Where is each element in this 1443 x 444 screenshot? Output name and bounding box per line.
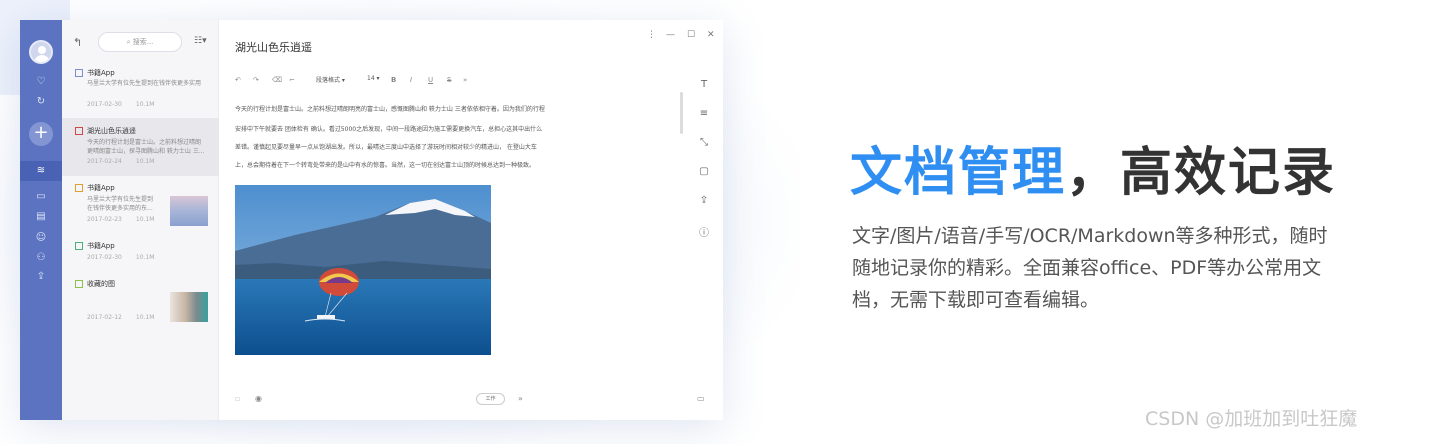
note-title: 书籍App [87, 242, 115, 250]
note-icon [75, 69, 83, 77]
list-item[interactable]: 收藏的图 2017-02-12 10.1M [62, 278, 219, 324]
close-icon[interactable]: ✕ [707, 30, 715, 40]
note-date: 2017-02-24 [87, 158, 122, 165]
text-icon[interactable]: T [695, 79, 713, 90]
note-size: 10.1M [135, 101, 155, 108]
share-icon[interactable]: ⇪ [20, 271, 62, 282]
note-meta: 2017-02-12 10.1M [87, 314, 168, 321]
redo-icon[interactable]: ↷ [253, 76, 259, 84]
body-copy: 文字/图片/语音/手写/OCR/Markdown等多种形式，随时 随地记录你的精… [852, 220, 1352, 316]
note-thumbnail [170, 292, 208, 322]
info-icon[interactable]: ⓘ [695, 224, 713, 239]
paragraph-line: 差错。谨慎起见要尽量早一点从饱湖出发。所以，最晴达三度山中选择了游玩时间相对较少… [235, 144, 537, 151]
note-snippet: 在钱伴侠更多实用的东... [87, 205, 153, 212]
user-icon[interactable]: ☺ [20, 232, 62, 243]
note-meta: 2017-02-23 10.1M [87, 216, 168, 223]
outline-icon[interactable]: ≡ [695, 108, 713, 119]
note-icon [75, 184, 83, 192]
editor: 湖光山色乐逍遥 ⋮ — ☐ ✕ ↶ ↷ ⌫ ⌐ 段落格式 ▾ 14 ▾ B I … [219, 20, 723, 420]
note-meta: 2017-02-24 10.1M [87, 158, 168, 165]
add-note-button[interactable]: + [29, 122, 53, 146]
headline-highlight: 文档管理 [850, 143, 1067, 203]
note-list: ↰ ⌕ 搜索... ☷▾ 书籍App 马里兰大学有位先生提到在钱伴侠更多实用 2… [62, 20, 219, 420]
list-item[interactable]: 书籍App 2017-02-30 10.1M [62, 240, 219, 266]
note-title: 书籍App [87, 69, 115, 77]
note-size: 10.1M [135, 158, 155, 165]
more-tags-icon[interactable]: » [518, 394, 523, 403]
watermark: CSDN @加班加到吐狂魔 [1145, 408, 1358, 430]
note-snippet: 更晴朗富士山，探寻图腾山和 轶力士山 三... [87, 148, 205, 155]
export-icon[interactable]: ⇪ [695, 195, 713, 206]
note-title: 书籍App [87, 184, 115, 192]
refresh-icon[interactable]: ↻ [20, 96, 62, 107]
view-toggle-icon[interactable]: ☷▾ [194, 36, 207, 46]
document-title[interactable]: 湖光山色乐逍遥 [235, 39, 312, 55]
list-item[interactable]: 书籍App 马里兰大学有位先生提到在钱伴侠更多实用 2017-02-30 10.1… [62, 64, 219, 114]
note-icon [75, 127, 83, 135]
location-icon[interactable]: ◉ [255, 394, 262, 403]
note-snippet: 今天的行程计划是富士山。之前料想过晴朗 [87, 139, 202, 146]
body-line: 随地记录你的精彩。全面兼容office、PDF等办公常用文 [852, 257, 1322, 279]
underline-button[interactable]: U [428, 76, 433, 84]
note-meta: 2017-02-30 10.1M [87, 254, 168, 261]
note-thumbnail [170, 196, 208, 226]
bold-button[interactable]: B [391, 76, 396, 84]
more-icon[interactable]: ⋮ [647, 30, 656, 40]
tag-chip[interactable]: 工作 [476, 393, 505, 405]
paragraph-style-select[interactable]: 段落格式 ▾ [316, 75, 345, 84]
list-item[interactable]: 书籍App 马里兰大学有位先生提到 在钱伴侠更多实用的东... 2017-02-… [62, 182, 219, 234]
minimize-icon[interactable]: — [666, 30, 675, 40]
font-size-value: 14 [367, 75, 375, 82]
comment-icon[interactable]: ▢ [695, 166, 713, 177]
format-painter-icon[interactable]: ⌐ [289, 76, 295, 84]
heart-icon[interactable]: ♡ [20, 76, 62, 87]
paragraph-line: 今天的行程计划是富士山。之前料想过晴朗明亮的富士山，感慨图腾山和 轶力士山 三者… [235, 106, 545, 113]
note-snippet: 马里兰大学有位先生提到在钱伴侠更多实用 [87, 80, 202, 87]
note-size: 10.1M [135, 314, 155, 321]
list-item-selected[interactable]: 湖光山色乐逍遥 今天的行程计划是富士山。之前料想过晴朗 更晴朗富士山，探寻图腾山… [62, 118, 219, 176]
note-date: 2017-02-12 [87, 314, 122, 321]
trash-icon[interactable]: ▤ [20, 211, 62, 222]
note-date: 2017-02-30 [87, 254, 122, 261]
paragraph-line: 上，总会期待着在下一个转弯处带来的是山中有水的惊喜。当然，这一切在创达富士山顶的… [235, 162, 536, 169]
note-size: 10.1M [135, 216, 155, 223]
italic-button[interactable]: I [410, 76, 412, 84]
more-tools-icon[interactable]: » [463, 76, 467, 84]
paragraph-style-value: 段落格式 [316, 77, 341, 84]
app-window: ♡ ↻ + ≋ ▭ ▤ ☺ ⚇ ⇪ ↰ ⌕ 搜索... ☷▾ 书籍App 马里兰… [20, 20, 723, 420]
lake-parasail-photo [235, 185, 491, 355]
page: ♡ ↻ + ≋ ▭ ▤ ☺ ⚇ ⇪ ↰ ⌕ 搜索... ☷▾ 书籍App 马里兰… [0, 0, 1443, 444]
note-title: 湖光山色乐逍遥 [87, 127, 136, 135]
search-input[interactable]: ⌕ 搜索... [98, 32, 182, 52]
folder-icon[interactable]: ▭ [20, 191, 62, 202]
headline: 文档管理，高效记录 [850, 130, 1336, 205]
crop-icon[interactable]: ⤡ [695, 137, 713, 148]
body-line: 文字/图片/语音/手写/OCR/Markdown等多种形式，随时 [852, 225, 1328, 247]
avatar[interactable] [29, 40, 53, 64]
note-title: 收藏的图 [87, 280, 115, 288]
body-line: 档，无需下载即可查看编辑。 [852, 289, 1100, 311]
font-size-select[interactable]: 14 ▾ [367, 75, 380, 82]
left-rail: ♡ ↻ + ≋ ▭ ▤ ☺ ⚇ ⇪ [20, 20, 62, 420]
scrollbar[interactable] [680, 92, 683, 134]
note-icon [75, 280, 83, 288]
strikethrough-button[interactable]: S [447, 76, 451, 84]
search-placeholder: 搜索... [132, 38, 154, 46]
headline-rest: ，高效记录 [1066, 143, 1337, 203]
undo-icon[interactable]: ↶ [235, 76, 241, 84]
note-date: 2017-02-30 [87, 101, 122, 108]
note-date: 2017-02-23 [87, 216, 122, 223]
panel-toggle-icon[interactable]: ▭ [697, 394, 705, 403]
maximize-icon[interactable]: ☐ [687, 30, 695, 40]
paragraph-line: 安排中下午就要去 团体检有 确认。看过5000之后发现，中间一段路途因为施工需要… [235, 126, 543, 133]
note-meta: 2017-02-30 10.1M [87, 101, 168, 108]
note-size: 10.1M [135, 254, 155, 261]
attachment-icon[interactable]: ▫ [235, 394, 240, 403]
note-snippet: 马里兰大学有位先生提到 [87, 196, 154, 203]
notes-icon[interactable]: ≋ [20, 165, 62, 176]
eraser-icon[interactable]: ⌫ [272, 76, 282, 84]
note-icon [75, 242, 83, 250]
group-icon[interactable]: ⚇ [20, 252, 62, 263]
back-icon[interactable]: ↰ [73, 36, 82, 49]
